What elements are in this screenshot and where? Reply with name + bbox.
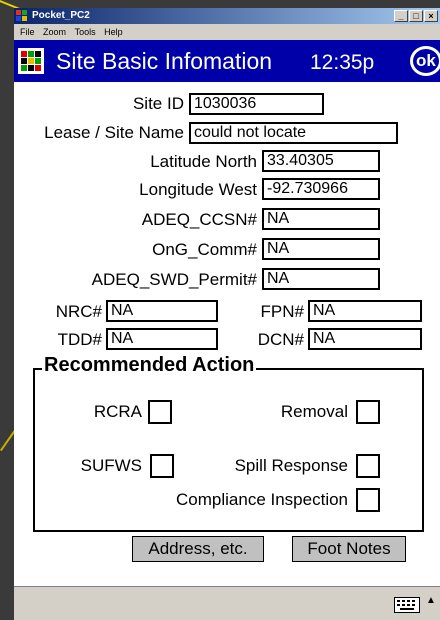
dcn-field[interactable]: NA xyxy=(308,328,422,350)
adeq-ccsn-label: ADEQ_CCSN# xyxy=(141,210,257,229)
longitude-west-label: Longitude West xyxy=(139,180,257,199)
rcra-checkbox[interactable] xyxy=(148,400,172,424)
lease-site-name-label: Lease / Site Name xyxy=(44,123,184,142)
ok-button[interactable]: ok xyxy=(410,46,440,76)
longitude-west-field[interactable]: -92.730966 xyxy=(262,178,380,200)
compliance-inspection-label: Compliance Inspection xyxy=(176,490,348,509)
rcra-label: RCRA xyxy=(93,402,142,421)
removal-label: Removal xyxy=(280,402,348,421)
close-button[interactable]: × xyxy=(424,10,438,22)
window-title-bar: Pocket_PC2 _ □ × xyxy=(14,8,440,24)
up-arrow-icon[interactable]: ▲ xyxy=(426,595,436,606)
fpn-label: FPN# xyxy=(260,302,304,321)
menu-file[interactable]: File xyxy=(20,27,35,37)
foot-notes-button[interactable]: Foot Notes xyxy=(292,536,406,562)
removal-checkbox[interactable] xyxy=(356,400,380,424)
window-title: Pocket_PC2 xyxy=(32,10,90,21)
adeq-ccsn-field[interactable]: NA xyxy=(262,208,380,230)
fpn-field[interactable]: NA xyxy=(308,300,422,322)
menu-bar: File Zoom Tools Help xyxy=(14,24,440,40)
spill-response-label: Spill Response xyxy=(234,456,348,475)
menu-tools[interactable]: Tools xyxy=(75,27,96,37)
site-id-label: Site ID xyxy=(132,94,184,113)
compliance-inspection-checkbox[interactable] xyxy=(356,488,380,512)
spill-response-checkbox[interactable] xyxy=(356,454,380,478)
map-icon[interactable] xyxy=(18,48,44,74)
ong-comm-field[interactable]: NA xyxy=(262,238,380,260)
app-logo-icon xyxy=(16,10,27,21)
sufws-checkbox[interactable] xyxy=(150,454,174,478)
tdd-label: TDD# xyxy=(57,330,102,349)
recommended-action-title: Recommended Action xyxy=(42,354,257,376)
site-id-field[interactable]: 1030036 xyxy=(189,93,324,115)
latitude-north-field[interactable]: 33.40305 xyxy=(262,150,380,172)
nrc-label: NRC# xyxy=(55,302,102,321)
page-title: Site Basic Infomation xyxy=(56,48,273,74)
menu-help[interactable]: Help xyxy=(104,27,123,37)
command-bar: ▲ xyxy=(14,586,440,620)
adeq-swd-permit-field[interactable]: NA xyxy=(262,268,380,290)
device-window: Pocket_PC2 _ □ × File Zoom Tools Help Si… xyxy=(14,8,440,620)
adeq-swd-permit-label: ADEQ_SWD_Permit# xyxy=(91,270,257,289)
clock[interactable]: 12:35p xyxy=(310,50,374,76)
latitude-north-label: Latitude North xyxy=(150,152,257,171)
nrc-field[interactable]: NA xyxy=(106,300,218,322)
minimize-button[interactable]: _ xyxy=(394,10,408,22)
keyboard-icon[interactable] xyxy=(394,597,420,613)
tdd-field[interactable]: NA xyxy=(106,328,218,350)
maximize-button[interactable]: □ xyxy=(409,10,423,22)
lease-site-name-field[interactable]: could not locate xyxy=(189,122,398,144)
dcn-label: DCN# xyxy=(257,330,304,349)
sufws-label: SUFWS xyxy=(80,456,142,475)
app-header: Site Basic Infomation 12:35p ok xyxy=(14,40,440,82)
ong-comm-label: OnG_Comm# xyxy=(152,240,257,259)
menu-zoom[interactable]: Zoom xyxy=(43,27,66,37)
address-button[interactable]: Address, etc. xyxy=(132,536,264,562)
